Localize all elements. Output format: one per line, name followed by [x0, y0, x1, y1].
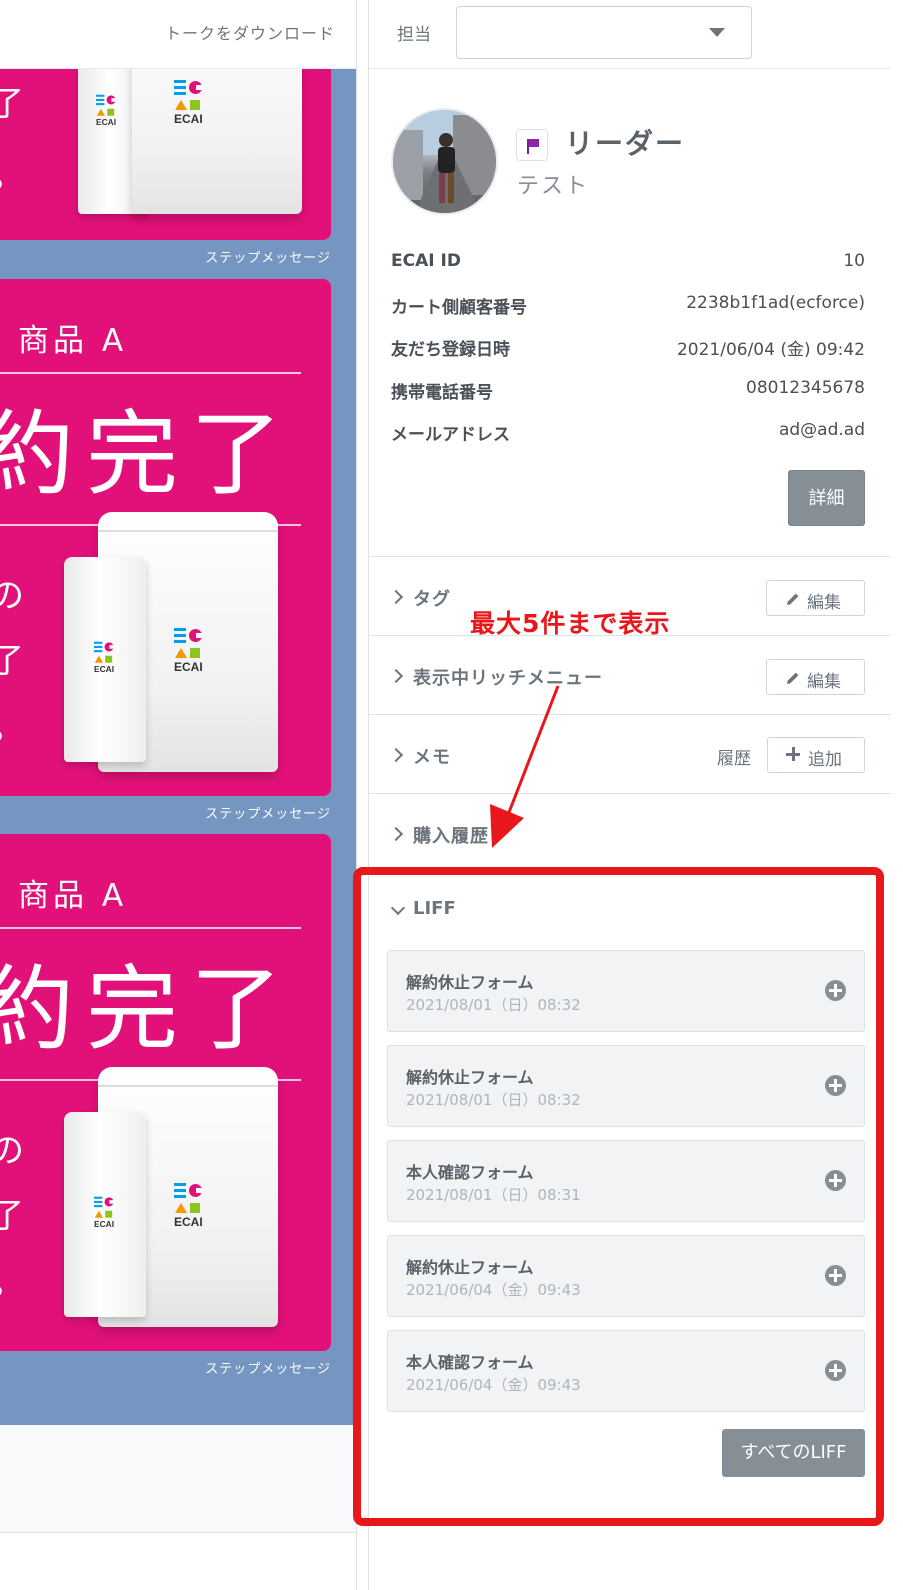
detail-button[interactable]: 詳細: [788, 470, 865, 526]
chat-column: トークをダウンロード 了 。 ECAI ECAI ステップメッセージ 商品 A: [0, 0, 357, 1590]
chevron-right-icon: [388, 668, 404, 684]
button-label: 追加: [808, 750, 842, 770]
info-row-cart-customer-number: カート側顧客番号 2238b1f1ad(ecforce): [391, 293, 865, 323]
pouch-image: [132, 69, 302, 214]
ecai-logo-icon: ECAI: [174, 1182, 208, 1228]
divider: [0, 372, 301, 374]
message-text: 。: [0, 711, 24, 745]
message-text: 了: [0, 87, 24, 121]
edit-tag-button[interactable]: 編集: [766, 580, 865, 616]
step-message-image[interactable]: 了 。 ECAI ECAI: [0, 69, 331, 240]
chevron-down-icon: [709, 28, 725, 37]
flag-icon[interactable]: [516, 129, 548, 161]
section-memo[interactable]: メモ 履歴 追加: [369, 714, 891, 793]
info-row-ecai-id: ECAI ID 10: [391, 251, 865, 281]
chevron-right-icon: [388, 826, 404, 842]
annotation-highlight-frame: [353, 867, 884, 1526]
message-text: 。: [0, 1266, 24, 1300]
add-memo-button[interactable]: 追加: [767, 737, 865, 773]
message-text: 了: [0, 1199, 24, 1233]
divider: [0, 927, 301, 929]
product-label: 商品 A: [18, 878, 128, 914]
message-text: の: [0, 1134, 24, 1168]
edit-richmenu-button[interactable]: 編集: [766, 659, 865, 695]
button-label: 編集: [807, 593, 841, 613]
section-purchase-history[interactable]: 購入履歴: [369, 793, 891, 872]
button-label: 編集: [807, 672, 841, 692]
headline-text: 約完了: [0, 956, 295, 1063]
info-value: 08012345678: [746, 378, 865, 398]
info-label: 携帯電話番号: [391, 383, 493, 403]
pencil-icon: [787, 672, 799, 684]
assignee-label: 担当: [397, 25, 431, 45]
info-label: ECAI ID: [391, 251, 461, 271]
ecai-logo-icon: ECAI: [96, 94, 120, 126]
section-title: タグ: [413, 589, 451, 610]
chat-input-area[interactable]: [0, 1425, 356, 1533]
ecai-logo-icon: ECAI: [174, 627, 208, 673]
annotation-arrow-icon: [490, 685, 560, 848]
ecai-logo-icon: ECAI: [94, 1196, 118, 1228]
info-label: 友だち登録日時: [391, 340, 510, 360]
chevron-right-icon: [388, 747, 404, 763]
chevron-right-icon: [388, 589, 404, 605]
plus-icon: [786, 747, 800, 761]
chat-footer: [0, 1533, 356, 1590]
step-message-label: ステップメッセージ: [205, 251, 331, 266]
section-title: メモ: [413, 747, 451, 768]
chat-header: トークをダウンロード: [0, 0, 356, 69]
assignee-bar: 担当: [369, 0, 891, 69]
step-message-image[interactable]: 商品 A 約完了 の 了 。 ECAI ECAI: [0, 834, 331, 1351]
info-value: ad@ad.ad: [778, 420, 865, 440]
message-text: の: [0, 579, 24, 613]
info-value: 2238b1f1ad(ecforce): [686, 293, 865, 313]
step-message-image[interactable]: 商品 A 約完了 の 了 。 ECAI ECAI: [0, 279, 331, 796]
info-value: 10: [843, 251, 865, 271]
info-row-email: メールアドレス ad@ad.ad: [391, 420, 865, 450]
user-subtitle: テスト: [517, 174, 590, 199]
info-row-friend-registered: 友だち登録日時 2021/06/04 (金) 09:42: [391, 335, 865, 365]
info-label: メールアドレス: [391, 425, 510, 445]
memo-history-link[interactable]: 履歴: [717, 744, 751, 769]
chat-area[interactable]: 了 。 ECAI ECAI ステップメッセージ 商品 A 約完了 の 了: [0, 69, 356, 1425]
avatar: [391, 108, 498, 215]
user-name: リーダー: [565, 127, 686, 160]
ecai-logo-icon: ECAI: [174, 79, 208, 125]
assignee-select[interactable]: [456, 6, 752, 59]
info-value: 2021/06/04 (金) 09:42: [676, 340, 865, 360]
pencil-icon: [787, 593, 799, 605]
info-row-phone: 携帯電話番号 08012345678: [391, 378, 865, 408]
section-richmenu[interactable]: 表示中リッチメニュー 編集: [369, 635, 891, 714]
message-text: 了: [0, 644, 24, 678]
step-message-label: ステップメッセージ: [205, 1362, 331, 1377]
download-talk-link[interactable]: トークをダウンロード: [165, 20, 335, 44]
annotation-text: 最大5件まで表示: [470, 609, 671, 638]
product-label: 商品 A: [18, 323, 128, 359]
headline-text: 約完了: [0, 401, 295, 508]
ecai-logo-icon: ECAI: [94, 641, 118, 673]
message-text: 。: [0, 159, 24, 193]
info-label: カート側顧客番号: [391, 298, 527, 318]
step-message-label: ステップメッセージ: [205, 807, 331, 822]
